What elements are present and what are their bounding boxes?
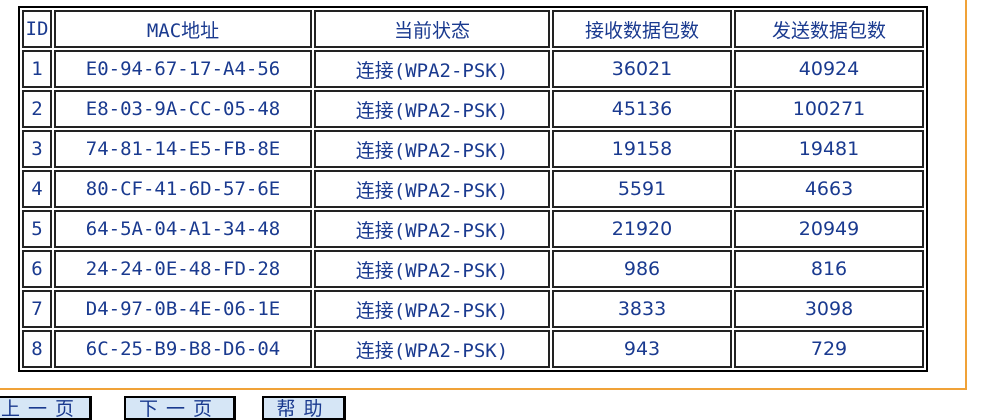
cell-state: 连接(WPA2-PSK) — [314, 50, 550, 88]
cell-tx: 4663 — [734, 170, 924, 208]
cell-tx: 816 — [734, 250, 924, 288]
cell-tx: 100271 — [734, 90, 924, 128]
cell-state: 连接(WPA2-PSK) — [314, 170, 550, 208]
help-button[interactable]: 帮助 — [262, 396, 346, 420]
cell-rx: 986 — [552, 250, 732, 288]
cell-id: 6 — [22, 250, 52, 288]
cell-mac: 80-CF-41-6D-57-6E — [54, 170, 312, 208]
table-header-row: ID MAC地址 当前状态 接收数据包数 发送数据包数 — [22, 10, 924, 48]
table-row: 6 24-24-0E-48-FD-28 连接(WPA2-PSK) 986 816 — [22, 250, 924, 288]
header-id: ID — [22, 10, 52, 48]
prev-page-button[interactable]: 上一页 — [0, 396, 92, 420]
table-row: 4 80-CF-41-6D-57-6E 连接(WPA2-PSK) 5591 46… — [22, 170, 924, 208]
cell-state: 连接(WPA2-PSK) — [314, 290, 550, 328]
cell-tx: 20949 — [734, 210, 924, 248]
cell-tx: 19481 — [734, 130, 924, 168]
cell-id: 2 — [22, 90, 52, 128]
cell-rx: 3833 — [552, 290, 732, 328]
cell-mac: 24-24-0E-48-FD-28 — [54, 250, 312, 288]
cell-rx: 5591 — [552, 170, 732, 208]
cell-mac: E8-03-9A-CC-05-48 — [54, 90, 312, 128]
table-row: 7 D4-97-0B-4E-06-1E 连接(WPA2-PSK) 3833 30… — [22, 290, 924, 328]
cell-id: 4 — [22, 170, 52, 208]
table-row: 8 6C-25-B9-B8-D6-04 连接(WPA2-PSK) 943 729 — [22, 330, 924, 368]
cell-state: 连接(WPA2-PSK) — [314, 90, 550, 128]
content-panel: ID MAC地址 当前状态 接收数据包数 发送数据包数 1 E0-94-67-1… — [0, 0, 967, 390]
cell-rx: 19158 — [552, 130, 732, 168]
cell-mac: 6C-25-B9-B8-D6-04 — [54, 330, 312, 368]
header-sent-packets: 发送数据包数 — [734, 10, 924, 48]
header-current-state: 当前状态 — [314, 10, 550, 48]
cell-mac: 64-5A-04-A1-34-48 — [54, 210, 312, 248]
cell-rx: 21920 — [552, 210, 732, 248]
header-mac-address: MAC地址 — [54, 10, 312, 48]
cell-mac: E0-94-67-17-A4-56 — [54, 50, 312, 88]
cell-state: 连接(WPA2-PSK) — [314, 210, 550, 248]
cell-state: 连接(WPA2-PSK) — [314, 250, 550, 288]
next-page-button[interactable]: 下一页 — [124, 396, 236, 420]
cell-rx: 36021 — [552, 50, 732, 88]
table-row: 2 E8-03-9A-CC-05-48 连接(WPA2-PSK) 45136 1… — [22, 90, 924, 128]
table-row: 5 64-5A-04-A1-34-48 连接(WPA2-PSK) 21920 2… — [22, 210, 924, 248]
cell-tx: 729 — [734, 330, 924, 368]
cell-state: 连接(WPA2-PSK) — [314, 330, 550, 368]
cell-id: 8 — [22, 330, 52, 368]
cell-mac: D4-97-0B-4E-06-1E — [54, 290, 312, 328]
header-received-packets: 接收数据包数 — [552, 10, 732, 48]
cell-tx: 40924 — [734, 50, 924, 88]
table-row: 1 E0-94-67-17-A4-56 连接(WPA2-PSK) 36021 4… — [22, 50, 924, 88]
cell-id: 5 — [22, 210, 52, 248]
wireless-stations-table: ID MAC地址 当前状态 接收数据包数 发送数据包数 1 E0-94-67-1… — [18, 6, 928, 372]
cell-tx: 3098 — [734, 290, 924, 328]
cell-id: 1 — [22, 50, 52, 88]
cell-id: 7 — [22, 290, 52, 328]
table-row: 3 74-81-14-E5-FB-8E 连接(WPA2-PSK) 19158 1… — [22, 130, 924, 168]
cell-id: 3 — [22, 130, 52, 168]
cell-rx: 943 — [552, 330, 732, 368]
cell-mac: 74-81-14-E5-FB-8E — [54, 130, 312, 168]
cell-rx: 45136 — [552, 90, 732, 128]
cell-state: 连接(WPA2-PSK) — [314, 130, 550, 168]
